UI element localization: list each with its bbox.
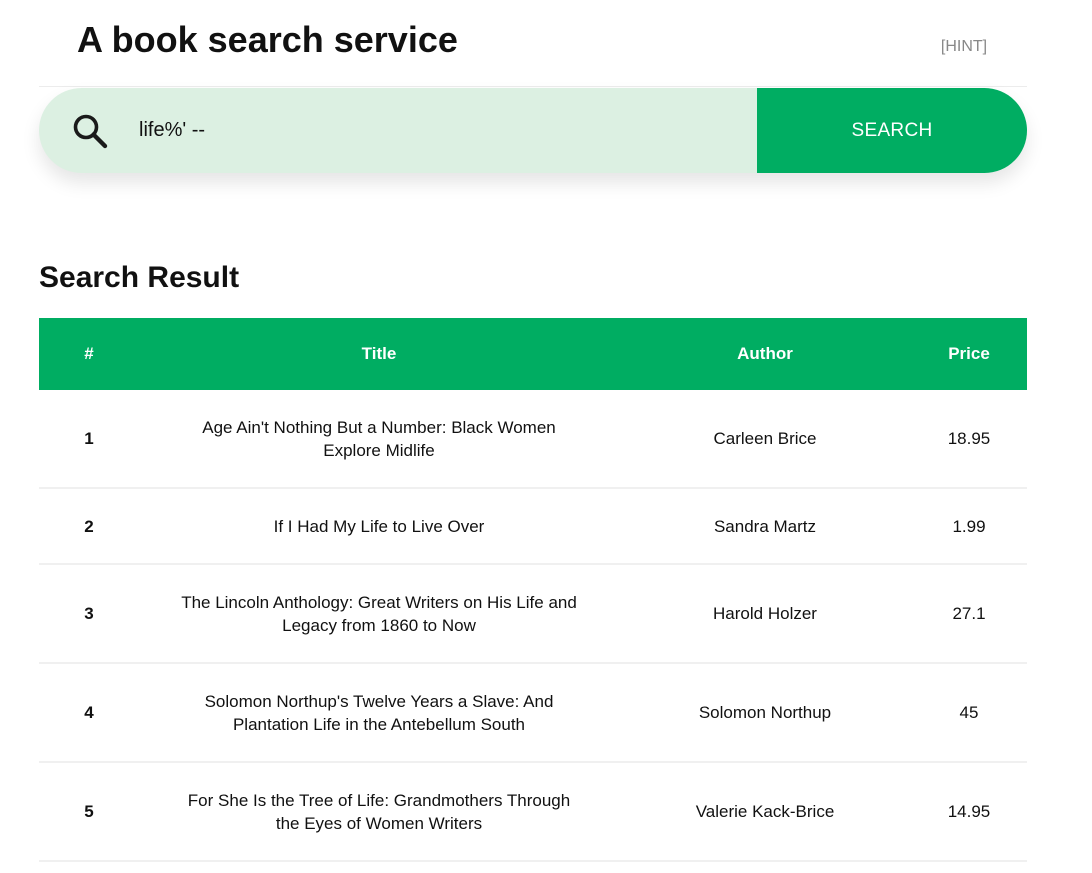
row-number: 1 xyxy=(39,390,139,489)
book-author: Harold Holzer xyxy=(619,564,911,664)
row-number: 3 xyxy=(39,564,139,664)
search-input[interactable] xyxy=(139,88,739,173)
hint-link[interactable]: [HINT] xyxy=(932,38,996,56)
page: A book search service [HINT] SEARCH Sear… xyxy=(0,0,1092,873)
book-price: 18.95 xyxy=(911,390,1027,489)
search-icon xyxy=(73,114,108,149)
book-price: 14.95 xyxy=(911,762,1027,862)
page-title: A book search service xyxy=(77,19,458,60)
table-header-row: # Title Author Price xyxy=(39,318,1027,390)
row-number: 4 xyxy=(39,663,139,763)
book-author: Sandra Martz xyxy=(619,488,911,565)
book-title-cell: The Lincoln Anthology: Great Writers on … xyxy=(139,564,619,664)
book-title: Age Ain't Nothing But a Number: Black Wo… xyxy=(202,417,556,460)
search-bar: SEARCH xyxy=(39,88,1027,173)
book-price: 1.99 xyxy=(911,488,1027,565)
book-title-cell: Solomon Northup's Twelve Years a Slave: … xyxy=(139,663,619,763)
column-header-price: Price xyxy=(911,318,1027,390)
table-row: 3 The Lincoln Anthology: Great Writers o… xyxy=(39,564,1027,664)
table-row: 2 If I Had My Life to Live Over Sandra M… xyxy=(39,488,1027,565)
book-author: Carleen Brice xyxy=(619,390,911,489)
row-number: 5 xyxy=(39,762,139,862)
book-title: Solomon Northup's Twelve Years a Slave: … xyxy=(204,691,554,734)
search-button[interactable]: SEARCH xyxy=(757,88,1027,173)
column-header-author: Author xyxy=(619,318,911,390)
results-table: # Title Author Price 1 Age Ain't Nothing… xyxy=(39,318,1027,862)
table-row: 4 Solomon Northup's Twelve Years a Slave… xyxy=(39,663,1027,763)
book-title: For She Is the Tree of Life: Grandmother… xyxy=(187,790,571,833)
book-title: The Lincoln Anthology: Great Writers on … xyxy=(181,592,577,635)
column-header-title: Title xyxy=(139,318,619,390)
book-title-cell: If I Had My Life to Live Over xyxy=(139,488,619,565)
table-row: 5 For She Is the Tree of Life: Grandmoth… xyxy=(39,762,1027,862)
book-price: 27.1 xyxy=(911,564,1027,664)
row-number: 2 xyxy=(39,488,139,565)
book-author: Solomon Northup xyxy=(619,663,911,763)
book-title-cell: Age Ain't Nothing But a Number: Black Wo… xyxy=(139,390,619,489)
book-title: If I Had My Life to Live Over xyxy=(273,516,485,536)
book-price: 45 xyxy=(911,663,1027,763)
column-header-number: # xyxy=(39,318,139,390)
table-row: 1 Age Ain't Nothing But a Number: Black … xyxy=(39,390,1027,489)
book-author: Valerie Kack-Brice xyxy=(619,762,911,862)
results-heading: Search Result xyxy=(39,261,240,294)
header-divider xyxy=(39,86,1027,87)
book-title-cell: For She Is the Tree of Life: Grandmother… xyxy=(139,762,619,862)
